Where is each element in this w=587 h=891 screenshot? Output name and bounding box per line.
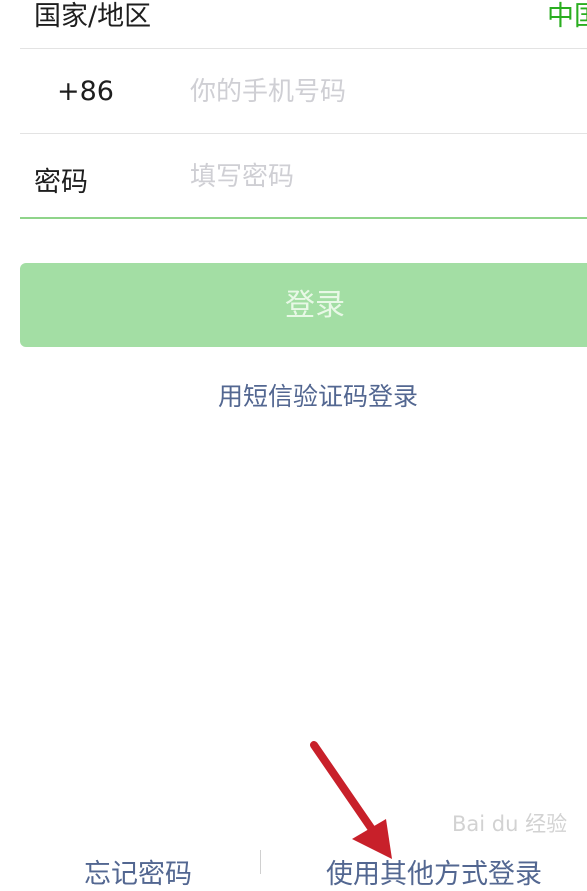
region-value[interactable]: 中国 — [547, 0, 587, 33]
phone-input[interactable] — [190, 74, 570, 110]
phone-row: +86 — [20, 48, 587, 134]
region-row[interactable]: 国家/地区 中国 — [20, 0, 587, 49]
password-input[interactable] — [190, 159, 570, 195]
login-button[interactable]: 登录 — [20, 263, 587, 347]
password-label: 密码 — [34, 167, 88, 198]
baidu-watermark: Bai du 经验 — [452, 812, 568, 836]
password-row: 密码 — [20, 133, 587, 219]
region-label: 国家/地区 — [34, 1, 152, 32]
sms-login-link[interactable]: 用短信验证码登录 — [0, 377, 587, 413]
forgot-password-link[interactable]: 忘记密码 — [84, 852, 192, 891]
footer-divider — [260, 850, 261, 874]
red-arrow-annotation — [310, 741, 392, 859]
country-code[interactable]: +86 — [57, 76, 114, 107]
